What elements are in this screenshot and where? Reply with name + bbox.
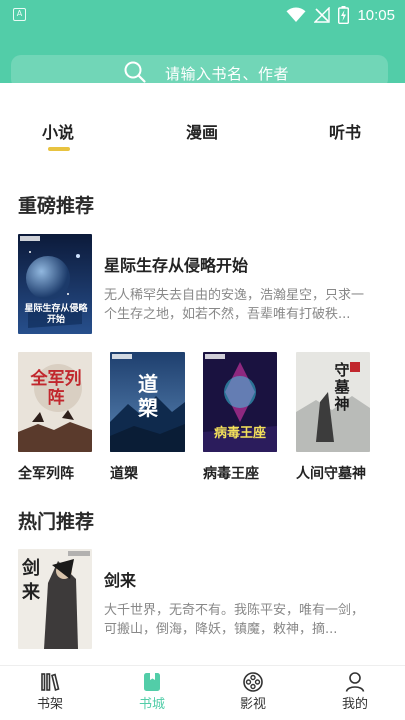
category-tabs: 小说 漫画 听书 [0, 119, 405, 159]
tab-comic[interactable]: 漫画 [186, 119, 218, 143]
search-icon [124, 61, 146, 83]
user-icon [345, 672, 365, 692]
section-title-hot: 热门推荐 [18, 511, 95, 533]
cover-title-text: 全军列阵 [30, 369, 82, 408]
book-description: 无人稀罕失去自由的安逸，浩瀚星空，只求一个生存之地，如若不然，吾辈唯有打破秩..… [104, 288, 365, 322]
search-input[interactable]: 请输入书名、作者 [165, 63, 289, 84]
nav-label: 影视 [239, 697, 266, 712]
book-title[interactable]: 剑来 [104, 567, 136, 591]
store-content: 小说 漫画 听书 重磅推荐 星际生存从侵略开始 星际生存从侵略开始 无人稀罕失去… [0, 83, 405, 665]
tab-novel[interactable]: 小说 [42, 119, 74, 143]
cover-title-text: 剑来 [22, 558, 40, 603]
nav-profile[interactable]: 我的 [320, 666, 390, 720]
section-title-featured: 重磅推荐 [18, 195, 95, 217]
film-reel-icon [243, 672, 263, 692]
no-signal-icon [314, 7, 331, 23]
book-description: 大千世界，无奇不有。我陈平安，唯有一剑，可搬山，倒海，降妖，镇魔，敕神，摘... [104, 603, 365, 637]
wifi-icon [286, 7, 306, 23]
status-bar: A 10:05 [0, 0, 405, 30]
book-cover[interactable]: 全军列阵 [18, 352, 92, 452]
nav-bookstore[interactable]: 书城 [117, 666, 187, 720]
book-cover[interactable]: 道槊 [110, 352, 185, 452]
nav-label: 书架 [36, 697, 63, 712]
cover-title-text: 病毒王座 [213, 426, 266, 441]
cover-title-text: 星际生存从侵略开始 [24, 304, 88, 325]
battery-charging-icon [338, 6, 350, 24]
book-cover[interactable]: 星际生存从侵略开始 [18, 234, 92, 334]
nav-bookshelf[interactable]: 书架 [15, 666, 85, 720]
book-cover[interactable]: 病毒王座 [203, 352, 277, 452]
book-title[interactable]: 星际生存从侵略开始 [104, 252, 248, 276]
cover-title-text: 守墓神 [334, 361, 350, 413]
clock: 10:05 [357, 6, 395, 24]
nav-label: 我的 [341, 697, 368, 712]
book-cover[interactable]: 守墓神 [296, 352, 370, 452]
bookshelf-icon [41, 673, 60, 692]
book-title[interactable]: 人间守墓神 [296, 463, 366, 483]
book-title[interactable]: 全军列阵 [18, 463, 74, 483]
book-title[interactable]: 病毒王座 [203, 463, 259, 483]
nav-label: 书城 [138, 697, 165, 712]
app-notification-icon: A [13, 8, 26, 21]
book-title[interactable]: 道槊 [110, 463, 138, 483]
tab-audiobook[interactable]: 听书 [329, 119, 361, 143]
bookstore-icon [144, 673, 160, 691]
cover-title-text: 道槊 [138, 372, 158, 420]
book-cover[interactable]: 剑来 [18, 549, 92, 649]
nav-film[interactable]: 影视 [218, 666, 288, 720]
bottom-navigation: 书架 书城 影视 我的 [0, 665, 405, 720]
status-icons: 10:05 [286, 4, 395, 26]
active-tab-indicator [48, 147, 70, 151]
